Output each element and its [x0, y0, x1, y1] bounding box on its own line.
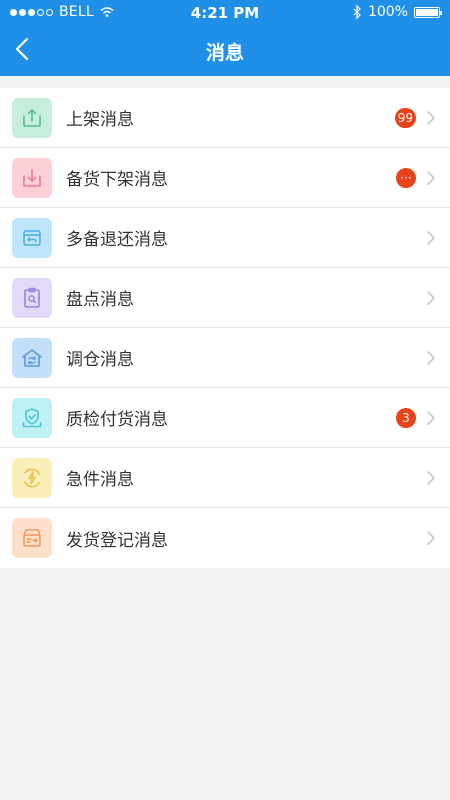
row-right	[426, 328, 436, 387]
list-item-label: 上架消息	[66, 110, 134, 130]
list-item-shelf-up[interactable]: 上架消息 99	[0, 88, 450, 148]
list-item-label: 多备退还消息	[66, 230, 168, 250]
shelf-down-icon	[23, 168, 41, 187]
page-title: 消息	[205, 42, 244, 64]
list-item-quality-check[interactable]: 质检付货消息 3	[0, 388, 450, 448]
shipping-register-icon-box	[12, 518, 52, 558]
list-item-warehouse-transfer[interactable]: 调仓消息	[0, 328, 450, 388]
message-category-list: 上架消息 99 备货下架消息 ··· 多备退还消息 盘点消息 调仓消息 质检付货…	[0, 88, 450, 568]
shipping-register-icon	[23, 529, 41, 547]
chevron-right-icon	[427, 470, 435, 485]
row-right: 99	[394, 88, 436, 147]
chevron-right-icon	[427, 170, 435, 185]
unread-badge: 3	[396, 407, 416, 428]
list-item-shipping-register[interactable]: 发货登记消息	[0, 508, 450, 568]
status-bar: BELL 4:21 PM 100%	[0, 0, 450, 24]
chevron-right-icon	[427, 110, 435, 125]
return-icon	[23, 229, 41, 246]
row-right	[426, 508, 436, 568]
list-item-urgent[interactable]: 急件消息	[0, 448, 450, 508]
nav-bar: 消息	[0, 24, 450, 76]
row-right: ···	[396, 148, 436, 207]
list-item-label: 质检付货消息	[66, 410, 168, 430]
unread-badge: ···	[396, 167, 416, 188]
unread-badge: 99	[394, 107, 416, 128]
inventory-check-icon-box	[12, 277, 52, 318]
list-item-return[interactable]: 多备退还消息	[0, 208, 450, 268]
urgent-icon	[24, 468, 40, 487]
row-right	[426, 268, 436, 327]
shelf-down-icon-box	[12, 157, 52, 198]
return-icon-box	[12, 217, 52, 258]
shelf-up-icon-box	[12, 97, 52, 138]
chevron-right-icon	[427, 230, 435, 245]
quality-check-icon	[22, 407, 42, 427]
shelf-up-icon	[23, 108, 41, 127]
warehouse-transfer-icon	[22, 348, 42, 367]
chevron-right-icon	[427, 531, 435, 545]
battery-percent: 100%	[367, 4, 408, 20]
bluetooth-icon	[353, 5, 361, 19]
list-item-label: 调仓消息	[66, 350, 134, 370]
quality-check-icon-box	[12, 397, 52, 438]
status-right: 100%	[353, 4, 442, 20]
chevron-right-icon	[427, 410, 435, 425]
list-item-label: 发货登记消息	[66, 530, 168, 551]
app-header: BELL 4:21 PM 100% 消息	[0, 0, 450, 76]
battery-fill	[416, 8, 438, 16]
urgent-icon-box	[12, 457, 52, 498]
chevron-right-icon	[427, 290, 435, 305]
row-right: 3	[396, 388, 436, 447]
list-item-label: 备货下架消息	[66, 170, 168, 190]
chevron-right-icon	[427, 350, 435, 365]
warehouse-transfer-icon-box	[12, 337, 52, 378]
row-right	[426, 448, 436, 507]
list-item-shelf-down[interactable]: 备货下架消息 ···	[0, 148, 450, 208]
row-right	[426, 208, 436, 267]
inventory-check-icon	[24, 287, 40, 308]
battery-icon	[414, 6, 442, 18]
list-item-label: 急件消息	[66, 470, 134, 490]
list-item-label: 盘点消息	[66, 290, 134, 310]
list-item-inventory-check[interactable]: 盘点消息	[0, 268, 450, 328]
